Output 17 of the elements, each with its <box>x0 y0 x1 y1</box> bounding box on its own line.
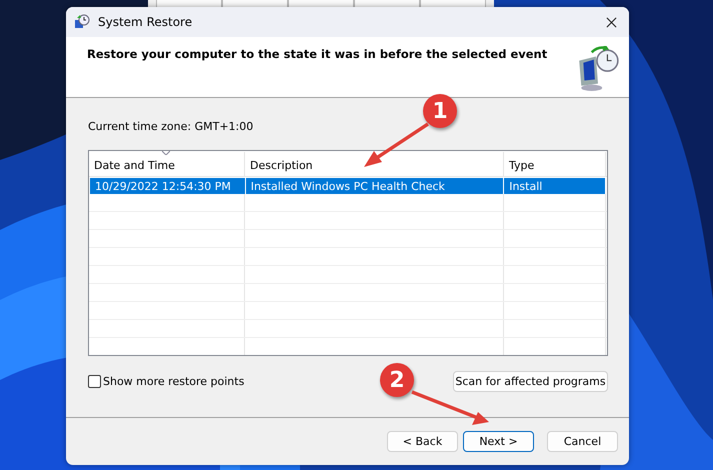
scan-button[interactable]: Scan for affected programs <box>453 371 608 392</box>
timezone-label: Current time zone: GMT+1:00 <box>88 120 254 133</box>
table-cell: 10/29/2022 12:54:30 PM <box>90 178 246 194</box>
show-more-checkbox[interactable]: Show more restore points <box>88 375 244 388</box>
restore-icon <box>74 14 90 30</box>
arrow <box>364 122 429 167</box>
window-title: System Restore <box>98 15 194 29</box>
close-icon[interactable] <box>606 16 617 28</box>
restore-point-row[interactable]: 10/29/2022 12:54:30 PM Installed Windows PC Health Check Install <box>90 178 606 194</box>
dialog-button[interactable]: < Back <box>387 431 458 452</box>
column-header[interactable]: Type <box>504 152 606 176</box>
table-cell: Installed Windows PC Health Check <box>246 178 504 194</box>
column-header[interactable]: Date and Time <box>89 152 245 176</box>
dialog-button[interactable]: Cancel <box>547 431 618 452</box>
table-cell: Install <box>504 178 606 194</box>
heading: Restore your computer to the state it was in before the selected event <box>87 47 548 63</box>
dialog-button[interactable]: Next > <box>463 431 534 452</box>
